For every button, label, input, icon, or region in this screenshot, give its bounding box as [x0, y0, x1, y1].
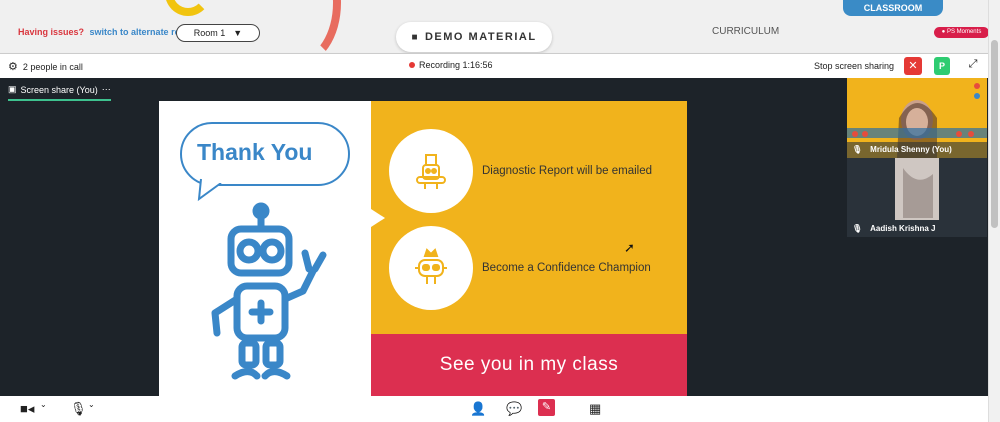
- participant-name: 🎙 Mridula Shenny (You): [852, 145, 952, 154]
- slide-right-panel: Diagnostic Report will be emailed Become…: [371, 101, 687, 334]
- slide-footer: See you in my class: [371, 334, 687, 396]
- more-icon[interactable]: ⋯: [102, 84, 111, 95]
- demo-material-label: DEMO MATERIAL: [424, 31, 537, 43]
- gear-icon[interactable]: ⚙: [8, 60, 18, 73]
- whiteboard-icon[interactable]: ✎: [538, 399, 555, 416]
- participant-name-text: Mridula Shenny (You): [870, 145, 952, 154]
- microphone-icon[interactable]: 🎙: [70, 401, 87, 417]
- decorative-arc-yellow: [165, 0, 211, 16]
- camera-icon[interactable]: ■◂: [20, 401, 34, 417]
- folder-icon: ■: [411, 31, 419, 43]
- microphone-icon: 🎙: [852, 224, 863, 233]
- participant-name-text: Aadish Krishna J: [870, 224, 936, 233]
- room-select[interactable]: Room 1 ▼: [176, 24, 260, 42]
- thank-you-text: Thank You: [197, 139, 313, 165]
- recording-dot-icon: [409, 62, 415, 68]
- participant-avatar[interactable]: P: [934, 57, 950, 75]
- participant-tile-other[interactable]: 🎙 Aadish Krishna J: [847, 158, 987, 237]
- curriculum-tab[interactable]: CURRICULUM: [712, 26, 779, 37]
- call-bar: ⚙ 2 people in call Recording 1:16:56 Sto…: [0, 53, 988, 79]
- bottom-toolbar: ■◂ ⌄ 🎙 ⌄ 👤 💬 ✎ ▦: [0, 396, 988, 422]
- slide-left-panel: Thank You: [159, 101, 371, 396]
- robot-icon: [211, 202, 327, 380]
- stop-sharing-button[interactable]: ✕: [904, 57, 922, 75]
- microphone-options-icon[interactable]: ⌄: [88, 400, 95, 409]
- demo-material-button[interactable]: ■ DEMO MATERIAL: [396, 22, 552, 52]
- crown-robot-icon: [389, 226, 473, 310]
- dropdown-arrow-icon: ▼: [233, 28, 243, 38]
- camera-options-icon[interactable]: ⌄: [40, 400, 47, 409]
- slide-notch: [371, 209, 385, 227]
- ps-moments-badge[interactable]: ● PS Moments: [934, 27, 989, 38]
- report-robot-icon: [389, 129, 473, 213]
- scrollbar-thumb[interactable]: [991, 40, 998, 228]
- slide-item-champion: Become a Confidence Champion: [389, 226, 651, 310]
- chat-icon[interactable]: 💬: [506, 401, 522, 417]
- grid-icon[interactable]: ▦: [589, 401, 601, 417]
- room-select-value: Room 1: [193, 28, 226, 38]
- people-in-call[interactable]: ⚙ 2 people in call: [8, 60, 83, 73]
- slide-item-report: Diagnostic Report will be emailed: [389, 129, 652, 213]
- screen-share-tab[interactable]: ▣ Screen share (You) ⋯: [8, 84, 111, 101]
- screen-icon: ▣: [8, 84, 17, 94]
- recording-indicator: Recording 1:16:56: [409, 60, 493, 70]
- slide-item-text: Diagnostic Report will be emailed: [482, 165, 653, 177]
- ps-moments-label: PS Moments: [946, 29, 982, 35]
- stop-sharing-label[interactable]: Stop screen sharing: [814, 61, 894, 71]
- slide-item-text: Become a Confidence Champion: [482, 262, 651, 274]
- participant-tile-self[interactable]: 🎙 Mridula Shenny (You): [847, 78, 987, 158]
- microphone-icon: 🎙: [852, 145, 863, 154]
- issues-notice: Having issues? switch to alternate room: [18, 27, 194, 37]
- video-stage: ▣ Screen share (You) ⋯ Thank You Diagnos…: [0, 78, 988, 396]
- mouse-cursor-icon: ➚: [624, 240, 635, 255]
- classroom-tab[interactable]: CLASSROOM: [843, 0, 943, 16]
- shared-slide: Thank You Diagnostic Report will be emai…: [159, 101, 687, 396]
- scrollbar[interactable]: [988, 0, 1000, 422]
- issues-label: Having issues?: [18, 27, 85, 37]
- people-count: 2 people in call: [22, 61, 83, 72]
- top-header: Having issues? switch to alternate room …: [0, 0, 1000, 66]
- screen-share-label: Screen share (You): [20, 84, 98, 95]
- recording-label: Recording 1:16:56: [419, 60, 493, 70]
- fullscreen-icon[interactable]: ⤢: [965, 58, 981, 74]
- person-icon[interactable]: 👤: [470, 401, 486, 417]
- participant-name: 🎙 Aadish Krishna J: [852, 224, 936, 233]
